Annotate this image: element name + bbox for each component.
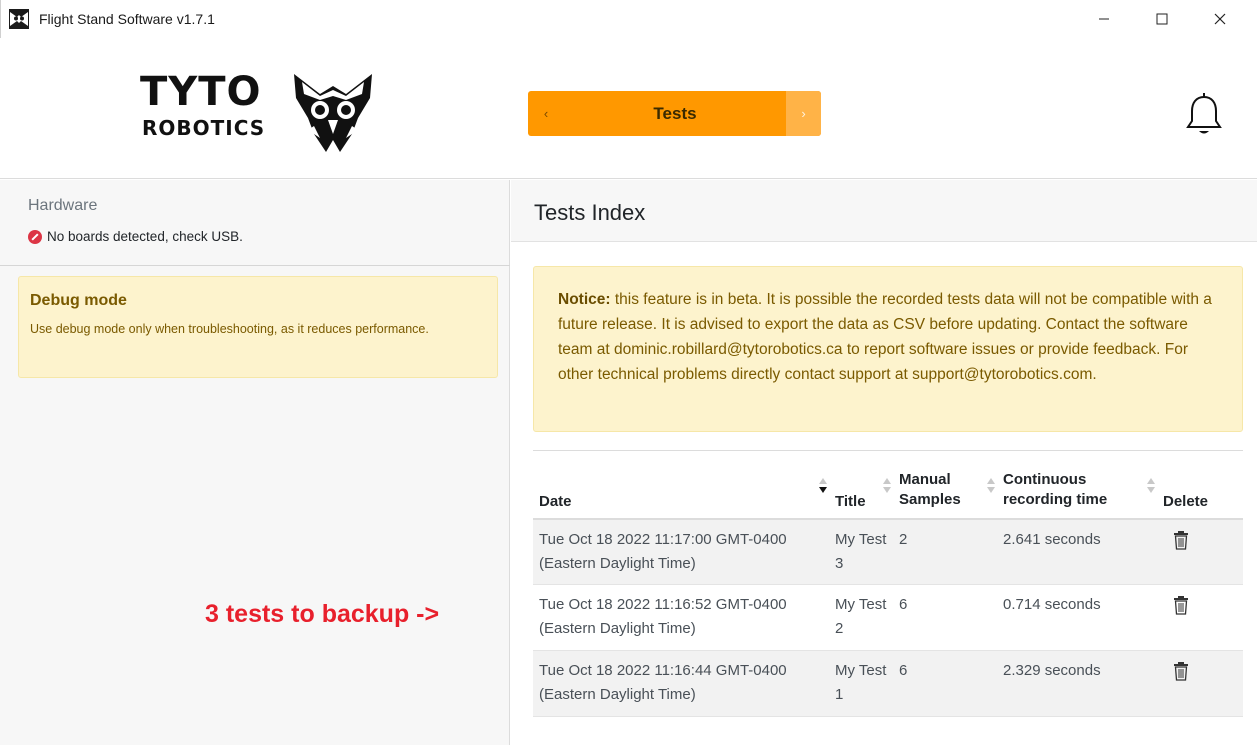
notice-text: this feature is in beta. It is possible … (558, 291, 1212, 383)
debug-mode-panel[interactable]: Debug mode Use debug mode only when trou… (18, 276, 498, 378)
row-recording: 0.714 seconds (1003, 596, 1101, 613)
sort-icon (987, 477, 995, 496)
window-titlebar: Flight Stand Software v1.7.1 (0, 0, 1257, 38)
table-header-row: Date Title Manual Samples Continuous rec… (533, 450, 1243, 519)
error-circle-icon (28, 229, 42, 244)
minimize-icon (1099, 18, 1109, 20)
beta-notice: Notice: this feature is in beta. It is p… (533, 266, 1243, 432)
row-samples: 6 (899, 596, 908, 613)
hardware-title: Hardware (28, 197, 98, 214)
sidebar: Hardware No boards detected, check USB. … (0, 180, 510, 745)
close-button[interactable] (1197, 0, 1243, 38)
debug-mode-description: Use debug mode only when troubleshooting… (30, 322, 429, 336)
column-header-delete-label: Delete (1163, 492, 1209, 510)
nav-prev-button[interactable]: ‹ (528, 91, 564, 136)
row-date: Tue Oct 18 2022 11:16:44 GMT-0400 (Easte… (539, 662, 787, 703)
column-header-title[interactable]: Title (829, 451, 893, 519)
window-title: Flight Stand Software v1.7.1 (39, 11, 215, 27)
column-header-delete: Delete (1157, 451, 1243, 519)
table-row[interactable]: Tue Oct 18 2022 11:16:44 GMT-0400 (Easte… (533, 650, 1243, 717)
tyto-logo: TYTO ROBOTICS (140, 66, 380, 156)
row-date: Tue Oct 18 2022 11:17:00 GMT-0400 (Easte… (539, 530, 787, 572)
row-delete-cell (1157, 651, 1243, 717)
notice-label: Notice: (558, 291, 611, 308)
sort-icon (883, 477, 891, 496)
backup-annotation: 3 tests to backup -> (205, 600, 440, 628)
maximize-icon (1156, 13, 1168, 25)
owl-logo-icon (294, 74, 372, 152)
row-recording: 2.641 seconds (1003, 530, 1101, 548)
trash-icon[interactable] (1173, 595, 1189, 615)
logo-sub-text: ROBOTICS (142, 116, 266, 140)
row-samples: 2 (899, 530, 908, 548)
column-header-title-label: Title (835, 492, 866, 510)
main-panel: Tests Index Notice: this feature is in b… (511, 180, 1257, 745)
hardware-status-text: No boards detected, check USB. (47, 229, 243, 244)
app-header: TYTO ROBOTICS ‹ Tests › (0, 38, 1257, 179)
tests-table: Date Title Manual Samples Continuous rec… (533, 450, 1243, 717)
trash-icon[interactable] (1173, 661, 1189, 681)
page-nav: ‹ Tests › (528, 91, 821, 136)
column-header-samples[interactable]: Manual Samples (893, 451, 997, 519)
row-recording: 2.329 seconds (1003, 662, 1101, 679)
row-samples: 6 (899, 662, 908, 679)
column-header-samples-label: Manual Samples (899, 470, 961, 508)
close-icon (1214, 13, 1226, 25)
row-title: My Test 3 (835, 530, 887, 572)
row-date: Tue Oct 18 2022 11:16:52 GMT-0400 (Easte… (539, 596, 787, 637)
column-header-date[interactable]: Date (533, 451, 829, 519)
nav-current-page[interactable]: Tests (564, 91, 786, 136)
column-header-recording[interactable]: Continuous recording time (997, 451, 1157, 519)
app-owl-icon (9, 9, 29, 29)
row-delete-cell (1157, 519, 1243, 585)
row-title: My Test 1 (835, 662, 887, 703)
nav-next-button[interactable]: › (786, 91, 821, 136)
maximize-button[interactable] (1139, 0, 1185, 38)
page-title: Tests Index (534, 200, 646, 225)
column-header-date-label: Date (539, 492, 572, 510)
table-row[interactable]: Tue Oct 18 2022 11:17:00 GMT-0400 (Easte… (533, 518, 1243, 585)
main-header: Tests Index (511, 180, 1257, 242)
bell-icon[interactable] (1182, 91, 1226, 139)
table-row[interactable]: Tue Oct 18 2022 11:16:52 GMT-0400 (Easte… (533, 585, 1243, 651)
debug-mode-title: Debug mode (30, 292, 127, 309)
sort-icon (1147, 477, 1155, 496)
trash-icon[interactable] (1173, 530, 1189, 550)
hardware-section: Hardware No boards detected, check USB. (0, 180, 510, 266)
logo-main-text: TYTO (140, 69, 262, 115)
minimize-button[interactable] (1081, 0, 1127, 38)
row-title: My Test 2 (835, 596, 887, 637)
sort-desc-icon (819, 477, 827, 496)
column-header-recording-label: Continuous recording time (1003, 470, 1108, 508)
row-delete-cell (1157, 585, 1243, 651)
hardware-status: No boards detected, check USB. (28, 229, 243, 244)
